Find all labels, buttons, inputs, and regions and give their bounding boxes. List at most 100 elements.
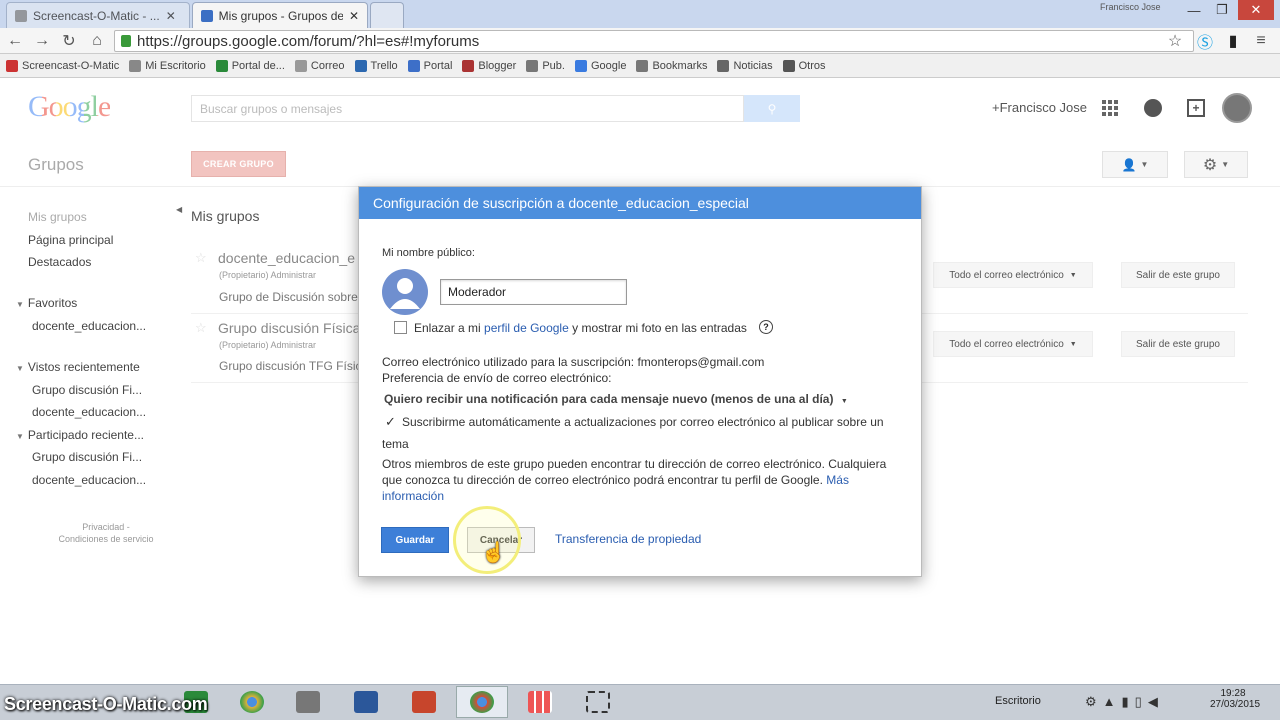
leave-group-button[interactable]: Salir de este grupo	[1121, 331, 1235, 357]
minimize-icon[interactable]: —	[1180, 0, 1208, 20]
subscription-dialog: Configuración de suscripción a docente_e…	[358, 186, 922, 577]
sidebar-item-participated-group[interactable]: docente_educacion...	[32, 473, 146, 487]
window-user-label: Francisco Jose	[1100, 2, 1161, 12]
more-info-link[interactable]: información	[382, 489, 444, 503]
admin-link[interactable]: Administrar	[271, 340, 317, 350]
bookmark-icon	[782, 59, 795, 72]
sidebar-item-participated-group[interactable]: Grupo discusión Fi...	[32, 450, 142, 464]
clock[interactable]: 19:28 27/03/2015	[1210, 688, 1260, 710]
delivery-pref-dropdown[interactable]: Quiero recibir una notificación para cad…	[384, 392, 848, 406]
hand-cursor-icon: ☝	[481, 542, 506, 564]
link-profile-checkbox[interactable]	[394, 321, 407, 334]
sidebar-section-favoritos[interactable]: ▼ Favoritos	[16, 296, 77, 310]
taskbar-capture-icon[interactable]	[572, 686, 624, 718]
bookmark-icon	[6, 59, 18, 72]
taskbar-chrome-active-icon[interactable]	[456, 686, 508, 718]
tab-new[interactable]	[370, 2, 404, 28]
settings-button[interactable]: ⚙ ▼	[1184, 151, 1248, 178]
google-logo[interactable]: Google	[28, 90, 111, 124]
checkmark-icon[interactable]: ✓	[385, 414, 396, 430]
menu-icon[interactable]: ≡	[1250, 30, 1272, 52]
google-profile-link[interactable]: perfil de Google	[484, 321, 569, 335]
back-icon[interactable]: ←	[4, 30, 26, 52]
sidebar-section-vistos[interactable]: ▼ Vistos recientemente	[16, 360, 140, 374]
sidebar-item-recent-group[interactable]: Grupo discusión Fi...	[32, 383, 142, 397]
bookmark-item[interactable]: Blogger	[462, 59, 516, 72]
chevron-down-icon: ▼	[1069, 271, 1077, 279]
maximize-icon[interactable]: ❐	[1208, 0, 1236, 20]
lock-icon	[121, 35, 131, 47]
sidebar-item-mis-grupos[interactable]: Mis grupos	[28, 210, 87, 224]
home-icon[interactable]: ⌂	[86, 30, 108, 52]
create-group-button[interactable]: CREAR GRUPO	[191, 151, 286, 177]
sidebar-item-favorite-group[interactable]: docente_educacion...	[32, 319, 146, 333]
leave-group-button[interactable]: Salir de este grupo	[1121, 262, 1235, 288]
url-text: https://groups.google.com/forum/?hl=es#!…	[137, 32, 480, 50]
tab-screencast[interactable]: Screencast-O-Matic - ... ✕	[6, 2, 190, 28]
taskbar-app-icon[interactable]	[282, 686, 334, 718]
tab-mis-grupos[interactable]: Mis grupos - Grupos de G ✕	[192, 2, 368, 29]
bookmark-item[interactable]: Portal de...	[215, 59, 285, 72]
taskbar-apps-icon[interactable]	[514, 686, 566, 718]
notifications-icon[interactable]	[1141, 96, 1165, 120]
sidebar-item-pagina-principal[interactable]: Página principal	[28, 233, 113, 247]
more-info-link[interactable]: Más	[826, 473, 849, 487]
extension-icon[interactable]: ▮	[1222, 30, 1244, 52]
sidebar-item-destacados[interactable]: Destacados	[28, 255, 91, 269]
taskbar-word-icon[interactable]	[340, 686, 392, 718]
close-icon[interactable]: ✕	[166, 9, 176, 23]
terms-link[interactable]: Condiciones de servicio	[28, 533, 184, 545]
reload-icon[interactable]: ↻	[58, 30, 80, 52]
bookmark-icon	[407, 59, 420, 72]
bookmark-item[interactable]: Bookmarks	[636, 59, 707, 72]
system-tray-icons[interactable]: ⚙▲▮▯◀	[1085, 694, 1164, 710]
user-name-link[interactable]: +Francisco Jose	[992, 100, 1087, 115]
bookmark-star-icon[interactable]: ☆	[1164, 30, 1186, 52]
bookmark-item[interactable]: Pub.	[526, 59, 565, 72]
star-icon[interactable]: ☆	[195, 250, 207, 266]
taskbar-chrome-icon[interactable]	[226, 686, 278, 718]
delivery-dropdown[interactable]: Todo el correo electrónico ▼	[933, 331, 1093, 357]
search-input[interactable]: Buscar grupos o mensajes	[191, 95, 744, 122]
skype-icon[interactable]: Ⓢ	[1194, 30, 1216, 52]
group-role: (Propietario) Administrar	[219, 340, 317, 350]
bookmark-item[interactable]: Noticias	[717, 59, 773, 72]
help-icon[interactable]: ?	[759, 320, 773, 334]
bookmark-item[interactable]: Correo	[294, 59, 345, 72]
desktop-toolbar-label[interactable]: Escritorio	[995, 695, 1041, 707]
bookmark-item[interactable]: Mi Escritorio	[129, 59, 206, 72]
save-button[interactable]: Guardar	[381, 527, 449, 553]
search-button[interactable]: ⚲	[744, 95, 800, 122]
chevron-down-icon: ▼	[16, 432, 24, 441]
share-plus-icon[interactable]: +	[1184, 96, 1208, 120]
group-name-link[interactable]: docente_educacion_e	[218, 250, 358, 266]
close-icon[interactable]: ✕	[349, 9, 359, 23]
bookmark-item[interactable]: Trello	[354, 59, 398, 72]
bookmark-item[interactable]: Otros	[782, 59, 826, 72]
add-member-button[interactable]: 👤 ▼	[1102, 151, 1168, 178]
bookmarks-bar: Screencast-O-Matic Mi Escritorio Portal …	[0, 54, 1280, 78]
bookmark-icon	[129, 59, 142, 72]
transfer-ownership-link[interactable]: Transferencia de propiedad	[555, 532, 701, 546]
delivery-dropdown[interactable]: Todo el correo electrónico ▼	[933, 262, 1093, 288]
apps-grid-icon[interactable]	[1098, 96, 1122, 120]
close-window-icon[interactable]: ✕	[1238, 0, 1274, 20]
forward-icon[interactable]: →	[31, 30, 53, 52]
admin-link[interactable]: Administrar	[271, 270, 317, 280]
collapse-sidebar-icon[interactable]: ◀	[176, 205, 182, 214]
group-name-link[interactable]: Grupo discusión Física	[218, 320, 358, 336]
bookmark-item[interactable]: Portal	[407, 59, 452, 72]
bookmark-item[interactable]: Google	[574, 59, 626, 72]
sidebar-item-recent-group[interactable]: docente_educacion...	[32, 405, 146, 419]
public-name-input[interactable]	[440, 279, 627, 305]
bookmark-item[interactable]: Screencast-O-Matic	[6, 59, 119, 72]
default-avatar-icon	[382, 269, 428, 315]
address-bar[interactable]: https://groups.google.com/forum/?hl=es#!…	[114, 30, 1194, 52]
sidebar-section-participado[interactable]: ▼ Participado reciente...	[16, 428, 144, 442]
privacy-link[interactable]: Privacidad -	[28, 521, 184, 533]
public-name-label: Mi nombre público:	[382, 247, 475, 259]
account-avatar[interactable]	[1222, 93, 1252, 123]
taskbar-powerpoint-icon[interactable]	[398, 686, 450, 718]
email-label: Correo electrónico utilizado para la sus…	[382, 355, 765, 369]
star-icon[interactable]: ☆	[195, 320, 207, 336]
